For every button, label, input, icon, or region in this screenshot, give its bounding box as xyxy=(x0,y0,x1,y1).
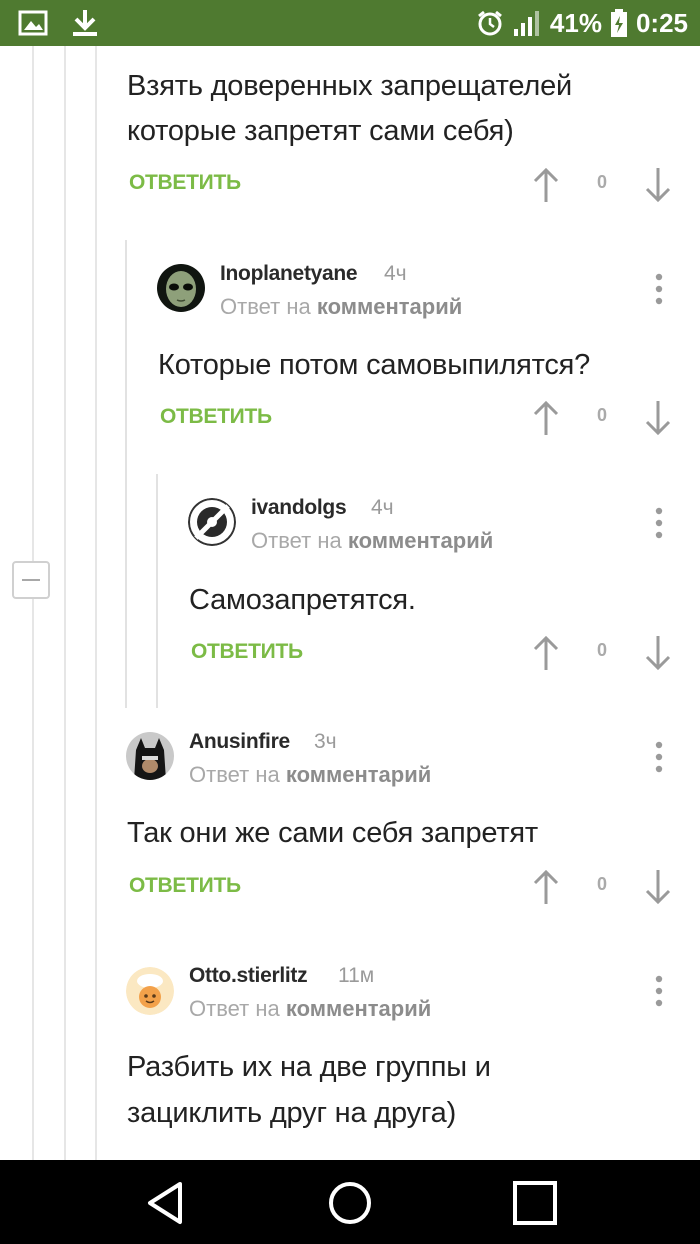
vote-controls: 0 xyxy=(532,399,672,439)
vote-score: 0 xyxy=(596,640,607,660)
avatar[interactable] xyxy=(188,498,236,546)
vote-controls: 0 xyxy=(532,868,672,908)
comment-time: 4ч xyxy=(371,496,394,519)
more-options-icon[interactable] xyxy=(654,975,664,1007)
vote-score: 0 xyxy=(596,874,607,894)
comment-text: Так они же сами себя запретят xyxy=(127,817,539,849)
reply-to-label: Ответ на комментарий xyxy=(251,528,494,553)
comment-author[interactable]: ivandolgs xyxy=(251,496,347,520)
collapse-thread-button[interactable] xyxy=(12,561,50,599)
comment-author[interactable]: Anusinfire xyxy=(189,730,290,754)
more-options-icon[interactable] xyxy=(654,273,664,305)
downvote-icon[interactable] xyxy=(644,399,672,437)
thread-line xyxy=(64,46,66,1160)
back-icon[interactable] xyxy=(142,1178,192,1228)
reply-button[interactable]: ОТВЕТИТЬ xyxy=(129,874,241,898)
more-options-icon[interactable] xyxy=(654,741,664,773)
upvote-icon[interactable] xyxy=(532,399,560,437)
comment-time: 3ч xyxy=(314,730,337,753)
status-bar: 41% 0:25 xyxy=(0,0,700,46)
vote-controls: 0 xyxy=(532,166,672,206)
reply-to-label: Ответ на комментарий xyxy=(189,996,432,1021)
recents-icon[interactable] xyxy=(510,1178,560,1228)
battery-icon xyxy=(610,8,628,38)
reply-to-link[interactable]: комментарий xyxy=(317,294,462,319)
reply-button[interactable]: ОТВЕТИТЬ xyxy=(191,640,303,664)
image-notification-icon xyxy=(18,9,48,37)
comment-time: 11м xyxy=(338,964,375,987)
downvote-icon[interactable] xyxy=(644,868,672,906)
reply-to-link[interactable]: комментарий xyxy=(286,762,431,787)
reply-button[interactable]: ОТВЕТИТЬ xyxy=(129,171,241,195)
upvote-icon[interactable] xyxy=(532,166,560,204)
thread-line xyxy=(32,46,34,1160)
comment-text-line: Взять доверенных запрещателей xyxy=(127,70,573,102)
upvote-icon[interactable] xyxy=(532,634,560,672)
vote-score: 0 xyxy=(596,172,607,192)
comment-author[interactable]: Otto.stierlitz xyxy=(189,964,308,988)
alarm-icon xyxy=(476,9,504,37)
downvote-icon[interactable] xyxy=(644,166,672,204)
comment-text-line: которые запретят сами себя) xyxy=(127,115,514,147)
avatar[interactable] xyxy=(126,732,174,780)
reply-to-label: Ответ на комментарий xyxy=(189,762,432,787)
nest-line xyxy=(125,240,127,708)
vote-score: 0 xyxy=(596,405,607,425)
more-options-icon[interactable] xyxy=(654,507,664,539)
clock: 0:25 xyxy=(635,7,688,38)
downvote-icon[interactable] xyxy=(644,634,672,672)
download-icon xyxy=(70,8,100,38)
reply-to-link[interactable]: комментарий xyxy=(286,996,431,1021)
comment-time: 4ч xyxy=(384,262,407,285)
comment-text-line: зациклить друг на друга) xyxy=(127,1097,457,1129)
comment-text: Которые потом самовыпилятся? xyxy=(158,349,591,381)
avatar[interactable] xyxy=(126,967,174,1015)
thread-line xyxy=(95,46,97,1160)
upvote-icon[interactable] xyxy=(532,868,560,906)
vote-controls: 0 xyxy=(532,634,672,674)
comment-text: Самозапретятся. xyxy=(189,584,416,616)
navigation-bar xyxy=(0,1160,700,1244)
battery-percent: 41% xyxy=(549,7,602,38)
home-icon[interactable] xyxy=(325,1178,375,1228)
signal-icon xyxy=(512,9,542,37)
avatar[interactable] xyxy=(157,264,205,312)
reply-to-label: Ответ на комментарий xyxy=(220,294,463,319)
comment-text-line: Разбить их на две группы и xyxy=(127,1051,491,1083)
nest-line xyxy=(156,474,158,708)
reply-button[interactable]: ОТВЕТИТЬ xyxy=(160,405,272,429)
reply-to-link[interactable]: комментарий xyxy=(348,528,493,553)
comment-author[interactable]: Inoplanetyane xyxy=(220,262,358,286)
